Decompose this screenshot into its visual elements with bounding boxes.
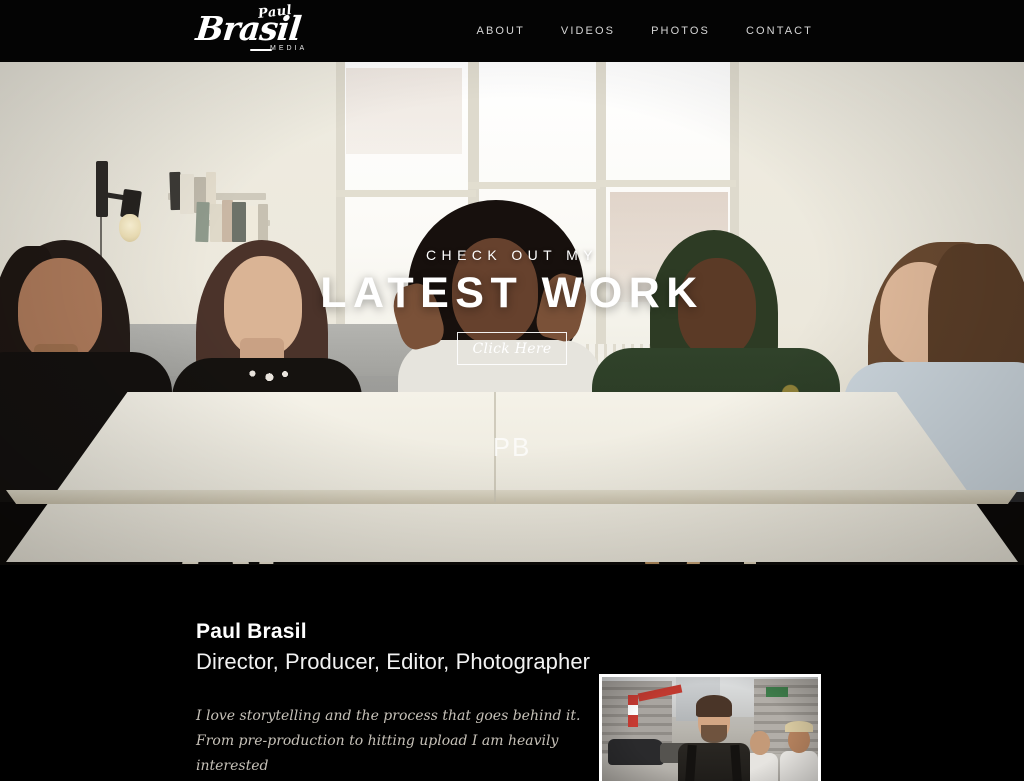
shelf-book	[180, 174, 194, 214]
person-face	[452, 238, 538, 344]
logo-swash-decoration	[250, 49, 272, 51]
about-name: Paul Brasil	[196, 620, 307, 643]
window-view	[346, 68, 462, 154]
window-bar	[336, 190, 476, 197]
wall-lamp-bulb	[119, 214, 141, 242]
page-root: Paul Brasil MEDIA ABOUT VIDEOS PHOTOS CO…	[0, 0, 1024, 781]
hero-section: PB CHECK OUT MY LATEST WORK Click Here	[0, 62, 1024, 565]
hero-background-image	[0, 62, 1024, 565]
main-navigation: ABOUT VIDEOS PHOTOS CONTACT	[477, 0, 1024, 62]
white-table	[6, 392, 1018, 562]
window-mullion	[336, 62, 345, 362]
site-logo[interactable]: Paul Brasil MEDIA	[194, 3, 322, 57]
logo-script-brasil: Brasil	[194, 9, 303, 48]
table-edge	[6, 490, 1018, 504]
about-bio-line: From pre-production to hitting upload I …	[196, 733, 559, 774]
window-mullion	[596, 62, 606, 354]
about-bio-line: I love storytelling and the process that…	[196, 708, 581, 724]
wall-lamp-plate	[96, 161, 108, 217]
portrait-vignette	[602, 677, 818, 781]
person-face	[678, 258, 756, 358]
logo-subtitle-media: MEDIA	[270, 45, 308, 52]
shelf-book	[195, 201, 210, 243]
table-seam	[494, 392, 496, 502]
nav-item-videos[interactable]: VIDEOS	[561, 25, 615, 37]
about-portrait-image	[602, 677, 818, 781]
about-role: Director, Producer, Editor, Photographer	[196, 649, 591, 674]
about-bio: I love storytelling and the process that…	[196, 704, 596, 781]
window-bar	[596, 180, 736, 187]
nav-item-photos[interactable]: PHOTOS	[651, 25, 710, 37]
shelf-book	[210, 204, 222, 242]
nav-item-about[interactable]: ABOUT	[477, 25, 525, 37]
nav-item-contact[interactable]: CONTACT	[746, 25, 813, 37]
hero-cta-button[interactable]: Click Here	[457, 332, 567, 365]
shelf-book	[258, 204, 268, 244]
site-header: Paul Brasil MEDIA ABOUT VIDEOS PHOTOS CO…	[0, 0, 1024, 62]
about-portrait-frame	[599, 674, 821, 781]
window-bar	[468, 182, 600, 189]
shelf-book	[232, 202, 246, 242]
about-section: Paul Brasil Director, Producer, Editor, …	[0, 565, 1024, 781]
